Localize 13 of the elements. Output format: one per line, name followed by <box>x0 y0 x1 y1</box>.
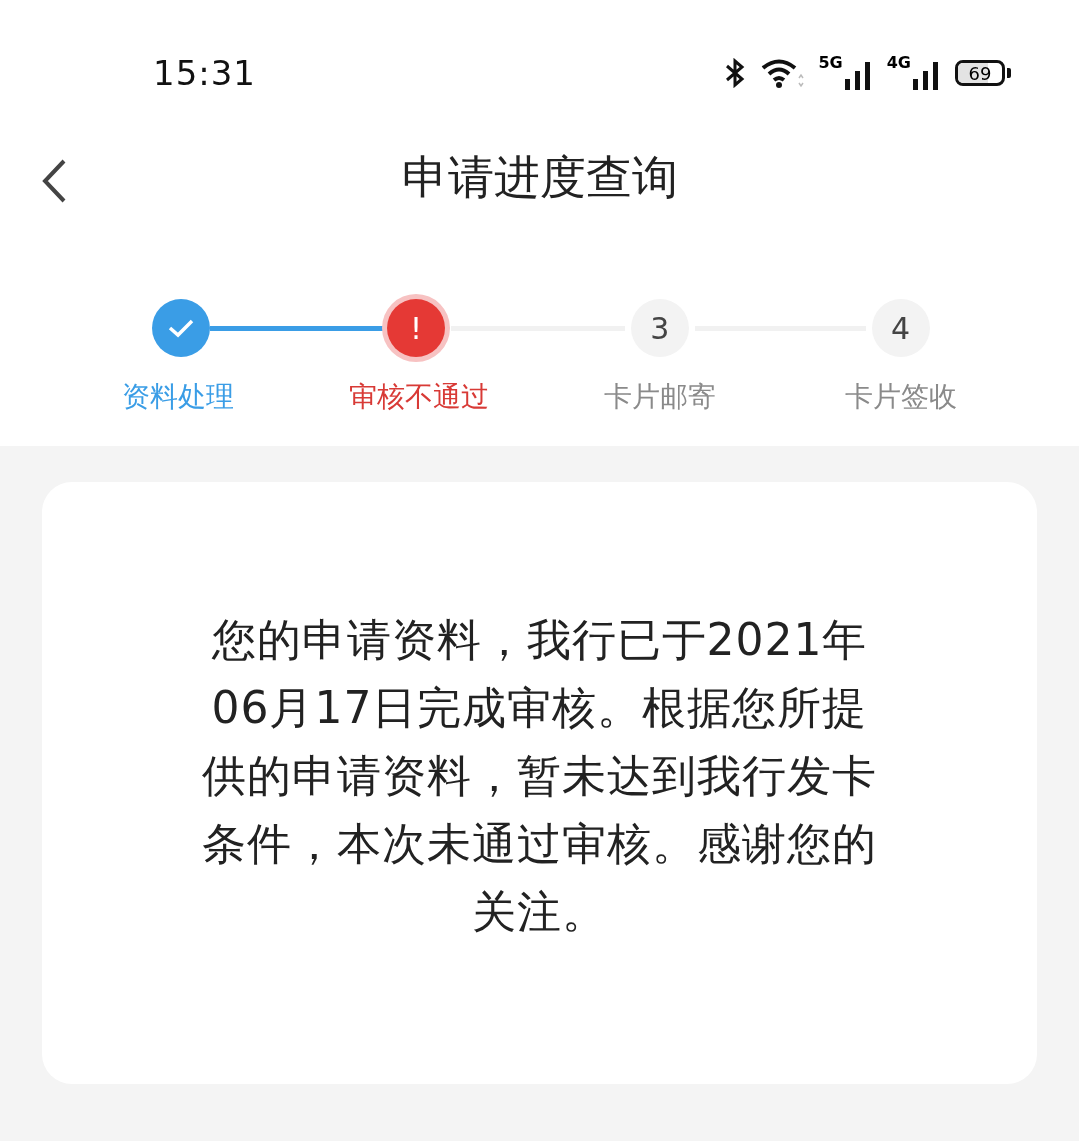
step-label: 卡片邮寄 <box>603 379 716 415</box>
page-title: 申请进度查询 <box>401 149 678 206</box>
wifi-icon <box>760 58 805 88</box>
status-time: 15:31 <box>153 53 256 93</box>
step-label: 资料处理 <box>122 379 235 415</box>
bluetooth-icon <box>724 58 747 88</box>
step-marker: 4 <box>871 299 930 357</box>
battery-icon: 69 <box>955 60 1005 86</box>
result-message: 您的申请资料，我行已于2021年06月17日完成审核。根据您所提供的申请资料，暂未达到我行发卡条件，本次未通过审核。感谢您的关注。 <box>201 613 878 939</box>
back-icon[interactable] <box>40 158 68 204</box>
step-marker: 3 <box>630 299 689 357</box>
step-label: 卡片签收 <box>844 379 957 415</box>
step-label: 审核不通过 <box>349 379 490 415</box>
